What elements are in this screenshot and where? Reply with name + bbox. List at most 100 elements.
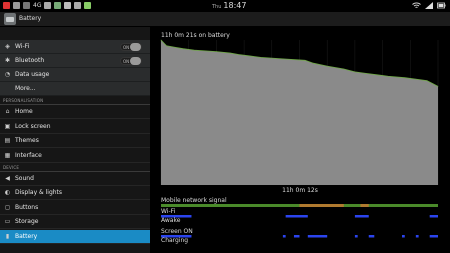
photo-icon — [13, 2, 20, 9]
sidebar-item-storage[interactable]: ▭ Storage — [0, 215, 150, 229]
battery-icon — [437, 2, 446, 9]
sidebar-item-themes[interactable]: ▤ Themes — [0, 134, 150, 148]
bluetooth-toggle[interactable]: ON — [120, 57, 142, 65]
sidebar-item-label: Themes — [15, 137, 39, 144]
signal-icon — [425, 2, 433, 9]
sidebar-item-label: Home — [15, 108, 33, 115]
battery-data-point — [304, 60, 306, 61]
sidebar-item-interface[interactable]: ▦ Interface — [0, 149, 150, 163]
battery-data-point — [354, 71, 356, 73]
wifi-icon — [412, 2, 421, 8]
battery-data-point — [174, 46, 176, 48]
track-segment — [368, 235, 375, 238]
track-label: Wi-Fi — [161, 208, 176, 215]
sidebar-item-label: Data usage — [15, 71, 50, 78]
battery-data-point — [415, 78, 417, 80]
upload-icon — [64, 2, 72, 9]
sidebar-item-data-usage[interactable]: ◔ Data usage — [0, 68, 150, 82]
battery-data-point — [229, 52, 231, 54]
wifi-toggle[interactable]: ON — [120, 43, 142, 51]
track-label: Screen ON — [161, 228, 193, 235]
action-bar: Battery — [0, 12, 450, 27]
wifi-icon: ◈ — [5, 43, 10, 50]
page-title: Battery — [19, 15, 42, 22]
battery-level-area — [161, 40, 438, 185]
battery-data-point — [193, 49, 195, 51]
sidebar-item-label: Interface — [15, 152, 42, 159]
track-segment-highlight — [299, 204, 344, 207]
battery-icon: ▮ — [5, 233, 10, 240]
battery-data-point — [182, 48, 184, 49]
battery-data-point — [166, 45, 167, 47]
track-segment — [415, 235, 419, 238]
track-label: Awake — [161, 217, 181, 224]
system-icons — [412, 2, 446, 9]
sidebar-item-label: Battery — [15, 233, 38, 240]
sidebar-item-label: More... — [15, 85, 36, 92]
battery-chart: 11h 0m 21s on battery 11h 0m 12s Mobile … — [160, 32, 439, 244]
track-segment — [307, 235, 328, 238]
sidebar-item-bluetooth[interactable]: ✱ Bluetooth ON — [0, 54, 150, 68]
battery-data-point — [387, 75, 389, 77]
battery-data-point — [313, 62, 314, 64]
track-segment — [285, 215, 308, 218]
battery-data-point — [260, 57, 262, 58]
bug-icon — [54, 2, 62, 9]
toggle-state: ON — [123, 45, 130, 50]
mail-icon — [44, 2, 52, 9]
battery-data-point — [437, 86, 439, 87]
time-label: 18:47 — [223, 1, 247, 10]
sidebar-item-label: Buttons — [15, 204, 39, 211]
track-segment — [429, 235, 438, 238]
bluetooth-icon: ✱ — [4, 57, 11, 64]
sidebar-item-label: Storage — [15, 218, 39, 225]
interface-icon: ▦ — [4, 152, 11, 159]
sidebar-item-wifi[interactable]: ◈ Wi-Fi ON — [0, 40, 150, 54]
battery-data-point — [238, 54, 239, 55]
battery-data-point — [249, 55, 250, 57]
settings-sidebar: ◈ Wi-Fi ON ✱ Bluetooth ON ◔ Data usage M… — [0, 27, 150, 253]
clock: Thu 18:47 — [212, 1, 246, 10]
battery-data-point — [376, 74, 378, 76]
android-icon — [84, 2, 92, 9]
toggle-state: ON — [123, 59, 130, 64]
data-usage-icon: ◔ — [4, 71, 11, 78]
sidebar-item-display[interactable]: ◐ Display & lights — [0, 186, 150, 200]
track-segment — [354, 235, 358, 238]
sidebar-item-battery[interactable]: ▮ Battery — [0, 230, 150, 244]
status-bar: 4G Thu 18:47 — [0, 0, 450, 12]
sidebar-item-buttons[interactable]: ◻ Buttons — [0, 201, 150, 215]
battery-data-point — [216, 51, 217, 52]
alert-icon — [3, 2, 10, 9]
sidebar-item-label: Display & lights — [15, 189, 63, 196]
x-axis-label: 11h 0m 12s — [282, 187, 318, 194]
themes-icon: ▤ — [4, 137, 11, 144]
sidebar-item-more[interactable]: More... — [0, 82, 150, 96]
sidebar-item-sound[interactable]: ◀ Sound — [0, 172, 150, 186]
battery-data-point — [365, 73, 367, 74]
buttons-icon: ◻ — [5, 204, 10, 211]
network-4g-icon: 4G — [33, 2, 42, 9]
battery-data-point — [432, 83, 433, 84]
settings-battery-icon[interactable] — [4, 13, 16, 25]
section-device: DEVICE — [0, 163, 150, 172]
track-segment — [401, 235, 405, 238]
notification-icons: 4G — [3, 2, 92, 9]
sidebar-item-lock-screen[interactable]: ▣ Lock screen — [0, 120, 150, 134]
lock-icon: ▣ — [4, 123, 11, 130]
track-segment — [293, 235, 300, 238]
sidebar-item-home[interactable]: ⌂ Home — [0, 105, 150, 119]
sidebar-item-label: Sound — [15, 175, 34, 182]
display-icon: ◐ — [4, 189, 11, 196]
battery-data-point — [160, 39, 162, 41]
battery-history-panel: 11h 0m 21s on battery 11h 0m 12s Mobile … — [150, 27, 450, 253]
home-icon: ⌂ — [5, 108, 10, 115]
battery-data-point — [404, 77, 406, 78]
track-label: Mobile network signal — [161, 197, 227, 204]
battery-data-point — [426, 80, 428, 81]
battery-data-point — [343, 68, 345, 70]
section-personalisation: PERSONALISATION — [0, 96, 150, 105]
day-label: Thu — [212, 4, 222, 10]
track-segment — [282, 235, 286, 238]
sync-icon — [74, 2, 82, 9]
